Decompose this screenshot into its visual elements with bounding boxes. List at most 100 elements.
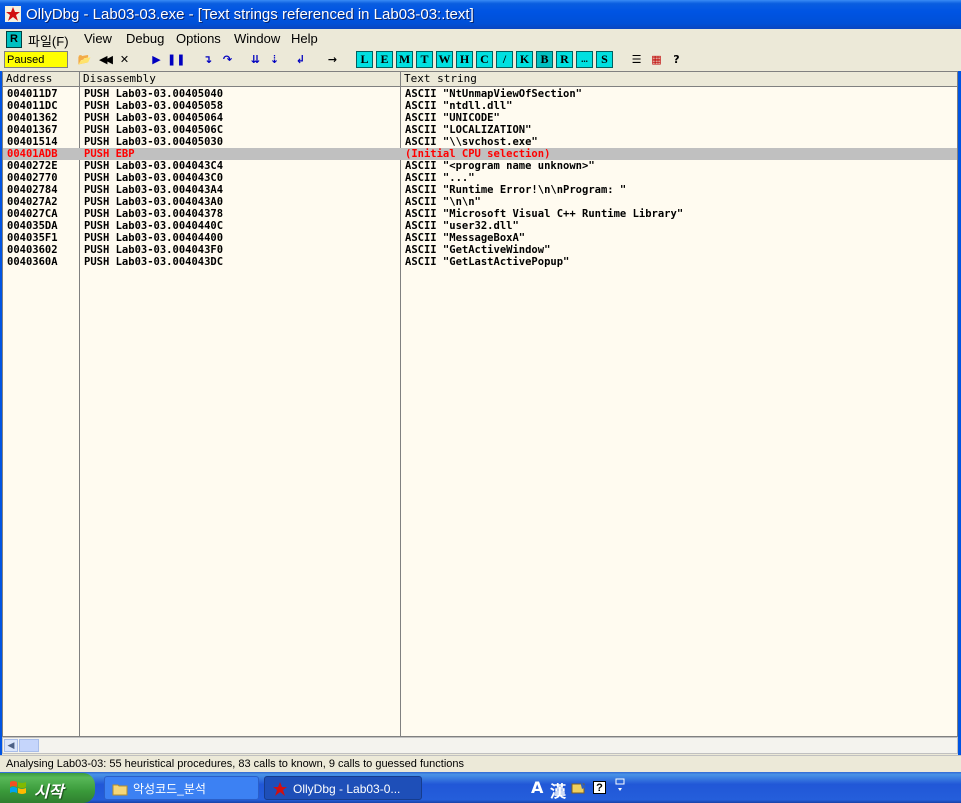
ollydbg-app-icon[interactable] (5, 6, 21, 22)
ime-pad-icon[interactable] (571, 780, 587, 795)
text-string-cell: ASCII "LOCALIZATION" (405, 124, 532, 136)
disassembly-cell: PUSH Lab03-03.0040440C (84, 220, 224, 232)
horizontal-scrollbar[interactable]: ◀ (2, 737, 958, 754)
table-row[interactable]: 0040272E PUSH Lab03-03.004043C4 ASCII "<pr… (3, 160, 957, 172)
windows-flag-icon (10, 781, 26, 794)
table-row[interactable]: 00401362 PUSH Lab03-03.00405064 ASCII "UNI… (3, 112, 957, 124)
disassembly-cell: PUSH Lab03-03.004043A4 (84, 184, 224, 196)
table-row[interactable]: 004027A2 PUSH Lab03-03.004043A0 ASCII "\n\… (3, 196, 957, 208)
patches-button[interactable]: / (496, 51, 513, 68)
taskbar-item-ollydbg[interactable]: OllyDbg - Lab03-0... (264, 776, 422, 800)
table-row[interactable]: 0040360A PUSH Lab03-03.004043DC ASCII "Get… (3, 256, 957, 268)
text-string-cell: ASCII "\\svchost.exe" (405, 136, 538, 148)
text-string-cell: ASCII "user32.dll" (405, 220, 519, 232)
threads-button[interactable]: T (416, 51, 433, 68)
ime-mode-indicator[interactable]: A (531, 778, 543, 797)
text-string-cell: ASCII "UNICODE" (405, 112, 500, 124)
ime-options-icon[interactable] (615, 778, 625, 796)
trace-into-icon[interactable]: ⇊ (247, 51, 264, 68)
taskbar-item-folder[interactable]: 악성코드_분석 (104, 776, 259, 800)
scroll-left-icon[interactable]: ◀ (4, 739, 18, 752)
address-cell: 0040272E (7, 160, 58, 172)
scroll-thumb[interactable] (19, 739, 39, 752)
address-cell: 00402784 (7, 184, 58, 196)
address-cell: 0040360A (7, 256, 58, 268)
mdi-child-icon[interactable]: R (6, 31, 22, 48)
goto-icon[interactable]: → (324, 51, 341, 68)
address-cell: 00403602 (7, 244, 58, 256)
text-string-cell: ASCII "Microsoft Visual C++ Runtime Libr… (405, 208, 684, 220)
text-strings-pane[interactable]: Address Disassembly Text string 004011D7… (2, 71, 958, 737)
call-stack-button[interactable]: K (516, 51, 533, 68)
status-bar: Analysing Lab03-03: 55 heuristical proce… (0, 755, 961, 772)
cpu-button[interactable]: C (476, 51, 493, 68)
ime-hanja-indicator[interactable]: 漢 (550, 778, 566, 802)
restart-icon[interactable]: ◀◀ (96, 51, 113, 68)
menu-window[interactable]: Window (234, 31, 280, 46)
menu-debug[interactable]: Debug (126, 31, 164, 46)
address-cell: 004035DA (7, 220, 58, 232)
string-list: 004011D7 PUSH Lab03-03.00405040 ASCII "NtU… (3, 88, 957, 268)
run-icon[interactable]: ▶ (148, 51, 165, 68)
table-row[interactable]: 00401367 PUSH Lab03-03.0040506C ASCII "LOC… (3, 124, 957, 136)
text-string-cell: ASCII "GetActiveWindow" (405, 244, 551, 256)
disassembly-cell: PUSH Lab03-03.00405058 (84, 100, 224, 112)
handles-button[interactable]: H (456, 51, 473, 68)
source-button[interactable]: S (596, 51, 613, 68)
step-over-icon[interactable]: ↷ (219, 51, 236, 68)
menu-bar: R 파일(F) View Debug Options Window Help (0, 29, 961, 49)
execute-till-return-icon[interactable]: ↲ (292, 51, 309, 68)
pause-icon[interactable]: ❚❚ (167, 51, 185, 68)
table-row[interactable]: 004011D7 PUSH Lab03-03.00405040 ASCII "NtU… (3, 88, 957, 100)
column-header-disassembly[interactable]: Disassembly (80, 72, 401, 87)
menu-help[interactable]: Help (291, 31, 318, 46)
breakpoints-button[interactable]: B (536, 51, 553, 68)
title-bar[interactable]: OllyDbg - Lab03-03.exe - [Text strings r… (0, 0, 961, 29)
ime-help-icon[interactable]: ? (593, 781, 606, 794)
address-cell: 00401367 (7, 124, 58, 136)
log-window-button[interactable]: L (356, 51, 373, 68)
disassembly-cell: PUSH Lab03-03.004043A0 (84, 196, 224, 208)
disassembly-cell: PUSH Lab03-03.00405040 (84, 88, 224, 100)
table-row[interactable]: 004035DA PUSH Lab03-03.0040440C ASCII "use… (3, 220, 957, 232)
debug-status: Paused (4, 51, 68, 68)
step-into-icon[interactable]: ↴ (199, 51, 216, 68)
memory-map-button[interactable]: M (396, 51, 413, 68)
disassembly-cell: PUSH Lab03-03.004043DC (84, 256, 224, 268)
table-row[interactable]: 00402770 PUSH Lab03-03.004043C0 ASCII "...… (3, 172, 957, 184)
menu-file[interactable]: 파일(F) (28, 31, 69, 50)
text-string-cell: ASCII "<program name unknown>" (405, 160, 595, 172)
disassembly-cell: PUSH Lab03-03.00405064 (84, 112, 224, 124)
column-header-text-string[interactable]: Text string (401, 72, 957, 87)
address-cell: 00401514 (7, 136, 58, 148)
table-row[interactable]: 00401514 PUSH Lab03-03.00405030 ASCII "\\s… (3, 136, 957, 148)
table-row[interactable]: 00402784 PUSH Lab03-03.004043A4 ASCII "Run… (3, 184, 957, 196)
address-cell: 004027A2 (7, 196, 58, 208)
address-cell: 00401ADB (7, 148, 58, 160)
table-row[interactable]: 004035F1 PUSH Lab03-03.00404400 ASCII "Mes… (3, 232, 957, 244)
ollydbg-icon (273, 782, 287, 796)
table-row[interactable]: 004011DC PUSH Lab03-03.00405058 ASCII "ntd… (3, 100, 957, 112)
address-cell: 00401362 (7, 112, 58, 124)
run-trace-button[interactable]: ... (576, 51, 593, 68)
folder-icon (112, 784, 128, 796)
windows-button[interactable]: W (436, 51, 453, 68)
start-button[interactable]: 시작 (0, 773, 95, 803)
help-icon[interactable]: ? (668, 51, 685, 68)
trace-over-icon[interactable]: ⇣ (266, 51, 283, 68)
close-icon[interactable]: ✕ (116, 51, 133, 68)
table-row[interactable]: 00403602 PUSH Lab03-03.004043F0 ASCII "Get… (3, 244, 957, 256)
references-button[interactable]: R (556, 51, 573, 68)
table-row[interactable]: 004027CA PUSH Lab03-03.00404378 ASCII "Mic… (3, 208, 957, 220)
colors-icon[interactable]: ▦ (648, 51, 665, 68)
disassembly-cell: PUSH Lab03-03.00405030 (84, 136, 224, 148)
menu-options[interactable]: Options (176, 31, 221, 46)
open-icon[interactable]: 📂 (76, 51, 93, 68)
list-icon[interactable]: ☰ (628, 51, 645, 68)
menu-view[interactable]: View (84, 31, 112, 46)
table-row-selected[interactable]: 00401ADB PUSH EBP (Initial CPU selection) (3, 148, 957, 160)
executable-modules-button[interactable]: E (376, 51, 393, 68)
column-header-address[interactable]: Address (3, 72, 80, 87)
toolbar: Paused 📂 ◀◀ ✕ ▶ ❚❚ ↴ ↷ ⇊ ⇣ ↲ → L E M T W… (0, 49, 961, 71)
address-cell: 004035F1 (7, 232, 58, 244)
